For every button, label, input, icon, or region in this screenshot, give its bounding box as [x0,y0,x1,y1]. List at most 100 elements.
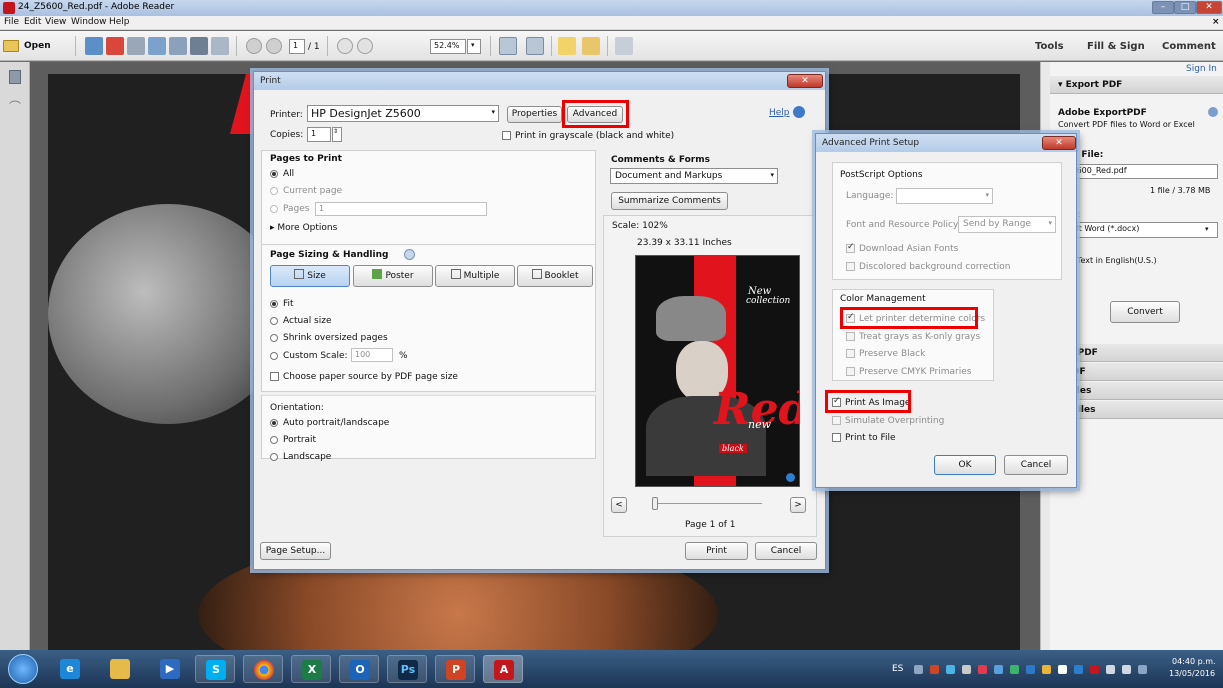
portrait-radio[interactable] [270,436,278,444]
pages-radio[interactable] [270,205,278,213]
taskbar-acrobat[interactable]: A [483,655,523,683]
poster-button[interactable]: Poster [353,265,433,287]
advanced-close-button[interactable]: ✕ [1042,136,1076,150]
ok-button[interactable]: OK [934,455,996,475]
landscape-radio[interactable] [270,453,278,461]
pages-icon[interactable] [9,70,21,84]
export-pdf-header[interactable]: ▾ Export PDF [1050,76,1223,94]
preserve-cmyk-checkbox[interactable] [846,367,855,376]
taskbar-chrome[interactable] [243,655,283,683]
menu-window[interactable]: Window [71,17,107,27]
maximize-button[interactable]: □ [1174,1,1196,14]
grayscale-checkbox[interactable] [502,131,511,140]
fit-radio[interactable] [270,300,278,308]
attachments-icon[interactable]: ⌒ [9,98,21,114]
taskbar-explorer[interactable] [100,655,140,683]
print-button[interactable]: Print [685,542,748,560]
open-button[interactable]: Open [24,41,51,51]
taskbar-outlook[interactable]: O [339,655,379,683]
zoom-in-icon[interactable] [357,38,373,54]
tray-icon-5[interactable] [978,665,987,674]
font-policy-select[interactable]: Send by Range ▾ [958,216,1056,233]
preview-slider-track[interactable] [652,503,762,504]
paper-source-checkbox[interactable] [270,372,279,381]
print-close-button[interactable]: ✕ [787,74,823,88]
combine-icon[interactable] [106,37,124,55]
tray-icon-6[interactable] [994,665,1003,674]
properties-button[interactable]: Properties [507,106,562,123]
taskbar-skype[interactable]: S [195,655,235,683]
actual-size-radio[interactable] [270,317,278,325]
preview-next-button[interactable]: > [790,497,806,513]
menu-view[interactable]: View [45,17,66,27]
pdf-file-field[interactable]: _Z5600_Red.pdf [1058,164,1218,179]
minimize-button[interactable]: – [1152,1,1174,14]
custom-scale-radio[interactable] [270,352,278,360]
full-screen-icon[interactable] [615,37,633,55]
tray-icon-9[interactable] [1042,665,1051,674]
menu-file[interactable]: File [4,17,19,27]
create-pdf-icon[interactable] [85,37,103,55]
volume-icon[interactable] [1122,665,1131,674]
tray-icon-10[interactable] [1058,665,1067,674]
preview-slider-thumb[interactable] [652,497,658,510]
tray-icon-8[interactable] [1026,665,1035,674]
clock-time[interactable]: 04:40 p.m. [1172,657,1216,666]
edit-icon[interactable] [127,37,145,55]
comments-select[interactable]: Document and Markups ▾ [610,168,778,184]
multiple-button[interactable]: Multiple [435,265,515,287]
shrink-radio[interactable] [270,334,278,342]
copies-input[interactable]: 1 [307,127,331,142]
comment-tab[interactable]: Comment [1162,41,1216,52]
preserve-black-checkbox[interactable] [846,349,855,358]
close-window-button[interactable]: ✕ [1196,1,1222,14]
pages-range-input[interactable]: 1 [315,202,487,216]
summarize-comments-button[interactable]: Summarize Comments [611,192,728,210]
info-icon[interactable] [404,249,415,260]
copies-stepper[interactable]: ⇕ [332,127,342,142]
zoom-out-icon[interactable] [337,38,353,54]
print-to-file-checkbox[interactable] [832,433,841,442]
previous-page-icon[interactable] [246,38,262,54]
print-cancel-button[interactable]: Cancel [755,542,817,560]
current-page-radio[interactable] [270,187,278,195]
upload-icon[interactable] [148,37,166,55]
folder-icon[interactable] [3,40,19,52]
discolored-checkbox[interactable] [846,262,855,271]
page-number-input[interactable]: 1 [289,39,305,54]
taskbar-ie[interactable]: e [50,655,90,683]
simulate-overprinting-checkbox[interactable] [832,416,841,425]
preview-prev-button[interactable]: < [611,497,627,513]
convert-button[interactable]: Convert [1110,301,1180,323]
print-icon[interactable] [190,37,208,55]
size-button[interactable]: Size [270,265,350,287]
language-indicator[interactable]: ES [892,664,903,674]
save-icon[interactable] [169,37,187,55]
shield-icon[interactable] [1138,665,1147,674]
menu-help[interactable]: Help [109,17,130,27]
comment-icon[interactable] [558,37,576,55]
start-button[interactable] [8,654,38,684]
menu-edit[interactable]: Edit [24,17,41,27]
more-options-toggle[interactable]: ▸ More Options [270,223,337,233]
next-page-icon[interactable] [266,38,282,54]
tray-icon-1[interactable] [914,665,923,674]
page-setup-button[interactable]: Page Setup... [260,542,331,560]
auto-orientation-radio[interactable] [270,419,278,427]
close-document-icon[interactable]: × [1212,17,1220,27]
zoom-dropdown-icon[interactable]: ▾ [467,39,481,54]
tray-icon-7[interactable] [1010,665,1019,674]
fit-width-icon[interactable] [526,37,544,55]
tray-icon-4[interactable] [962,665,971,674]
printer-select[interactable]: HP DesignJet Z5600 ▾ [307,105,499,122]
highlight-icon[interactable] [582,37,600,55]
tray-icon-11[interactable] [1074,665,1083,674]
sign-in-link[interactable]: Sign In [1186,64,1217,74]
export-info-icon[interactable] [1208,107,1218,117]
fill-sign-tab[interactable]: Fill & Sign [1087,41,1145,52]
network-icon[interactable] [1106,665,1115,674]
custom-scale-input[interactable]: 100 [351,348,393,362]
advanced-cancel-button[interactable]: Cancel [1004,455,1068,475]
convert-to-dropdown-icon[interactable]: ▾ [1205,225,1209,233]
all-radio[interactable] [270,170,278,178]
